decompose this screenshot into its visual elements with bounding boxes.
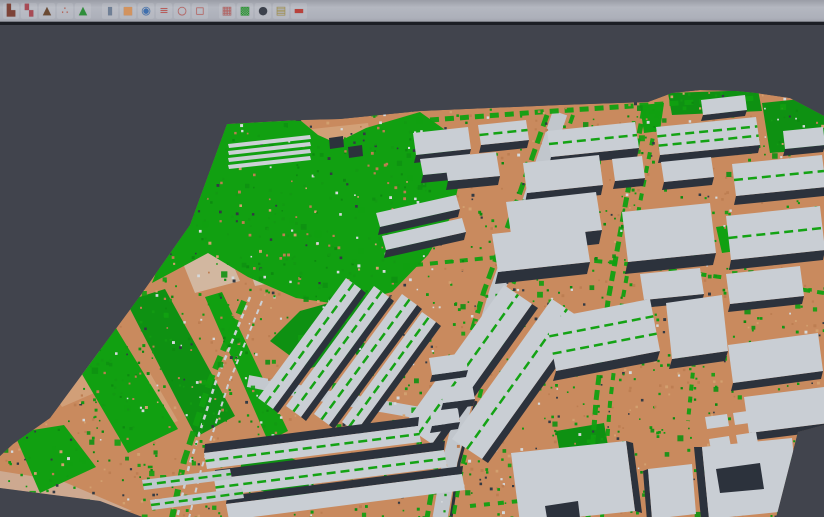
classification-icon[interactable]: ▩: [237, 3, 253, 19]
app-toolbar: ▙▚▲∴▲▮■◉≡○◻▦▩●▤▬: [0, 0, 824, 22]
point-cloud-canvas[interactable]: [0, 25, 824, 517]
terrain-icon[interactable]: ▲: [75, 3, 91, 19]
building-roof: [622, 203, 716, 262]
building-roof: [444, 152, 500, 181]
toolbar-group-3: ▦▩●▤▬: [218, 3, 308, 19]
globe-icon[interactable]: ◉: [138, 3, 154, 19]
selection-box-icon[interactable]: ◻: [192, 3, 208, 19]
import-cloud-icon[interactable]: ▚: [21, 3, 37, 19]
panel-icon[interactable]: ▮: [102, 3, 118, 19]
toolbar-group-1: ▙▚▲∴▲: [2, 3, 92, 19]
viewport-3d[interactable]: [0, 25, 824, 517]
application-window: ▙▚▲∴▲▮■◉≡○◻▦▩●▤▬: [0, 0, 824, 517]
report-icon[interactable]: ▤: [273, 3, 289, 19]
building-roof: [648, 464, 696, 517]
subsample-points-icon[interactable]: ∴: [57, 3, 73, 19]
open-folder-icon[interactable]: ▙: [3, 3, 19, 19]
list-icon[interactable]: ≡: [156, 3, 172, 19]
ortho-view-icon[interactable]: ■: [120, 3, 136, 19]
ring-tool-icon[interactable]: ○: [174, 3, 190, 19]
toolbar-group-2: ▮■◉≡○◻: [101, 3, 209, 19]
building-roof: [612, 156, 645, 181]
building-roof: [666, 295, 728, 359]
delete-icon[interactable]: ▬: [291, 3, 307, 19]
mesh-icon[interactable]: ▲: [39, 3, 55, 19]
sphere-icon[interactable]: ●: [255, 3, 271, 19]
filter-grid-icon[interactable]: ▦: [219, 3, 235, 19]
